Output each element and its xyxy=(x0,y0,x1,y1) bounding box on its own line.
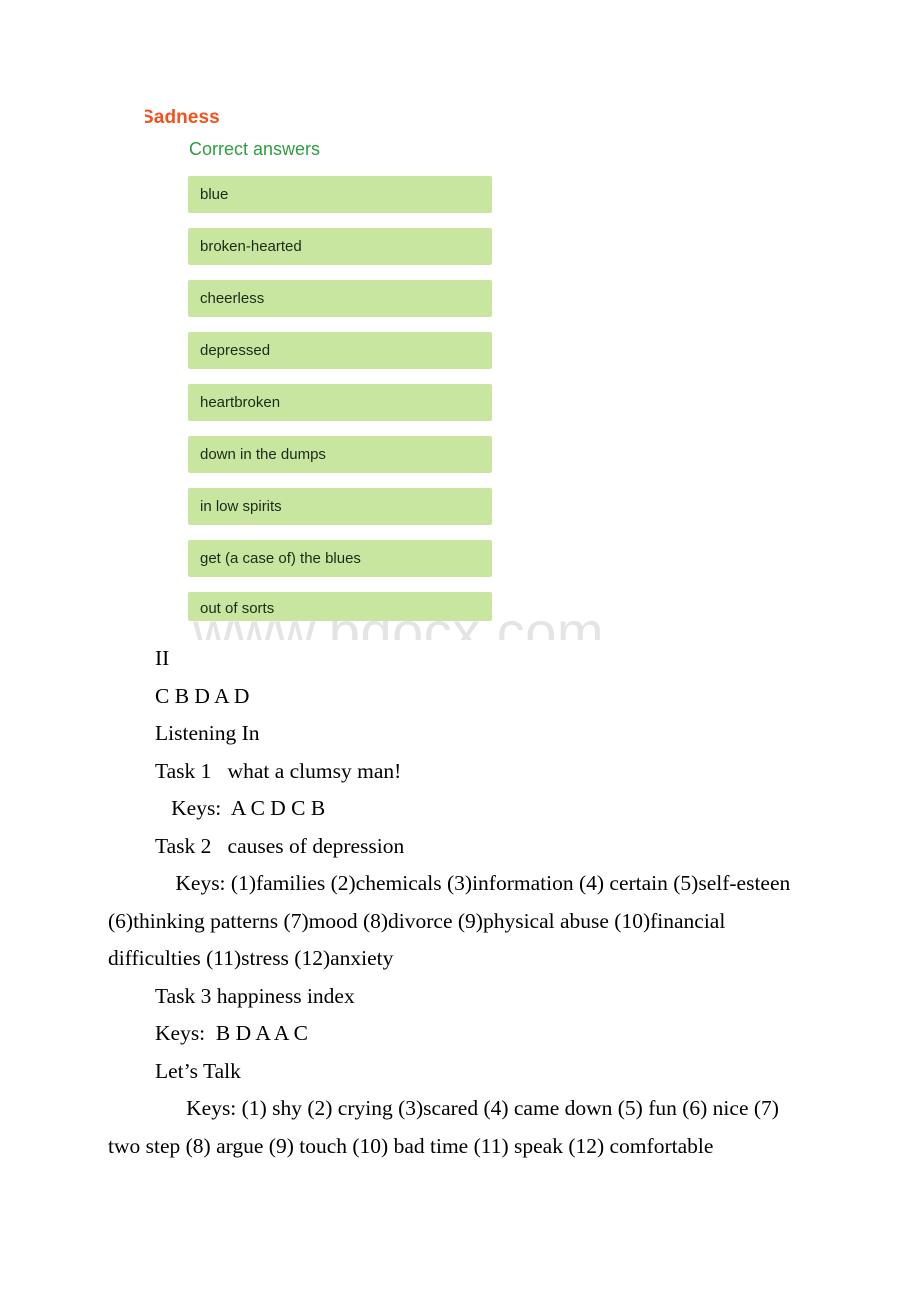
paragraph-task-1-keys: Keys: A C D C B xyxy=(155,796,326,820)
paragraph-listening-in-heading: Listening In xyxy=(155,721,260,745)
answer-item: heartbroken xyxy=(188,384,492,421)
correct-answers-heading: Correct answers xyxy=(189,139,321,159)
paragraph-task-1-heading: Task 1 what a clumsy man! xyxy=(155,758,402,783)
paragraph-task-3-heading: Task 3 happiness index xyxy=(155,983,355,1008)
paragraph-lets-talk-heading: Let’s Talk xyxy=(155,1058,241,1083)
exercise-title: Sadness xyxy=(141,107,220,128)
embedded-exercise-figure: www.bdocx.com Sadness Correct answers bl… xyxy=(0,0,920,640)
answer-item: cheerless xyxy=(188,280,492,317)
paragraph-task-2-keys: Keys: (1)families (2)chemicals (3)inform… xyxy=(108,871,796,970)
document-body: II C B D A D Listening In Task 1 what a … xyxy=(0,640,920,1165)
correct-answers-list: blue broken-hearted cheerless depressed … xyxy=(188,176,492,621)
answer-item: out of sorts xyxy=(188,592,492,621)
answer-item: get (a case of) the blues xyxy=(188,540,492,577)
paragraph-task-3-keys: Keys: B D A A C xyxy=(155,1021,308,1045)
paragraph-task-2-heading: Task 2 causes of depression xyxy=(155,833,405,858)
answer-item: depressed xyxy=(188,332,492,369)
answer-item: blue xyxy=(188,176,492,213)
paragraph-lets-talk-keys: Keys: (1) shy (2) crying (3)scared (4) c… xyxy=(108,1096,785,1158)
answer-item: broken-hearted xyxy=(188,228,492,265)
paragraph-answer-keys-ii: C B D A D xyxy=(155,683,250,708)
answer-item: down in the dumps xyxy=(188,436,492,473)
answer-item: in low spirits xyxy=(188,488,492,525)
paragraph-section-numeral: II xyxy=(155,646,170,670)
